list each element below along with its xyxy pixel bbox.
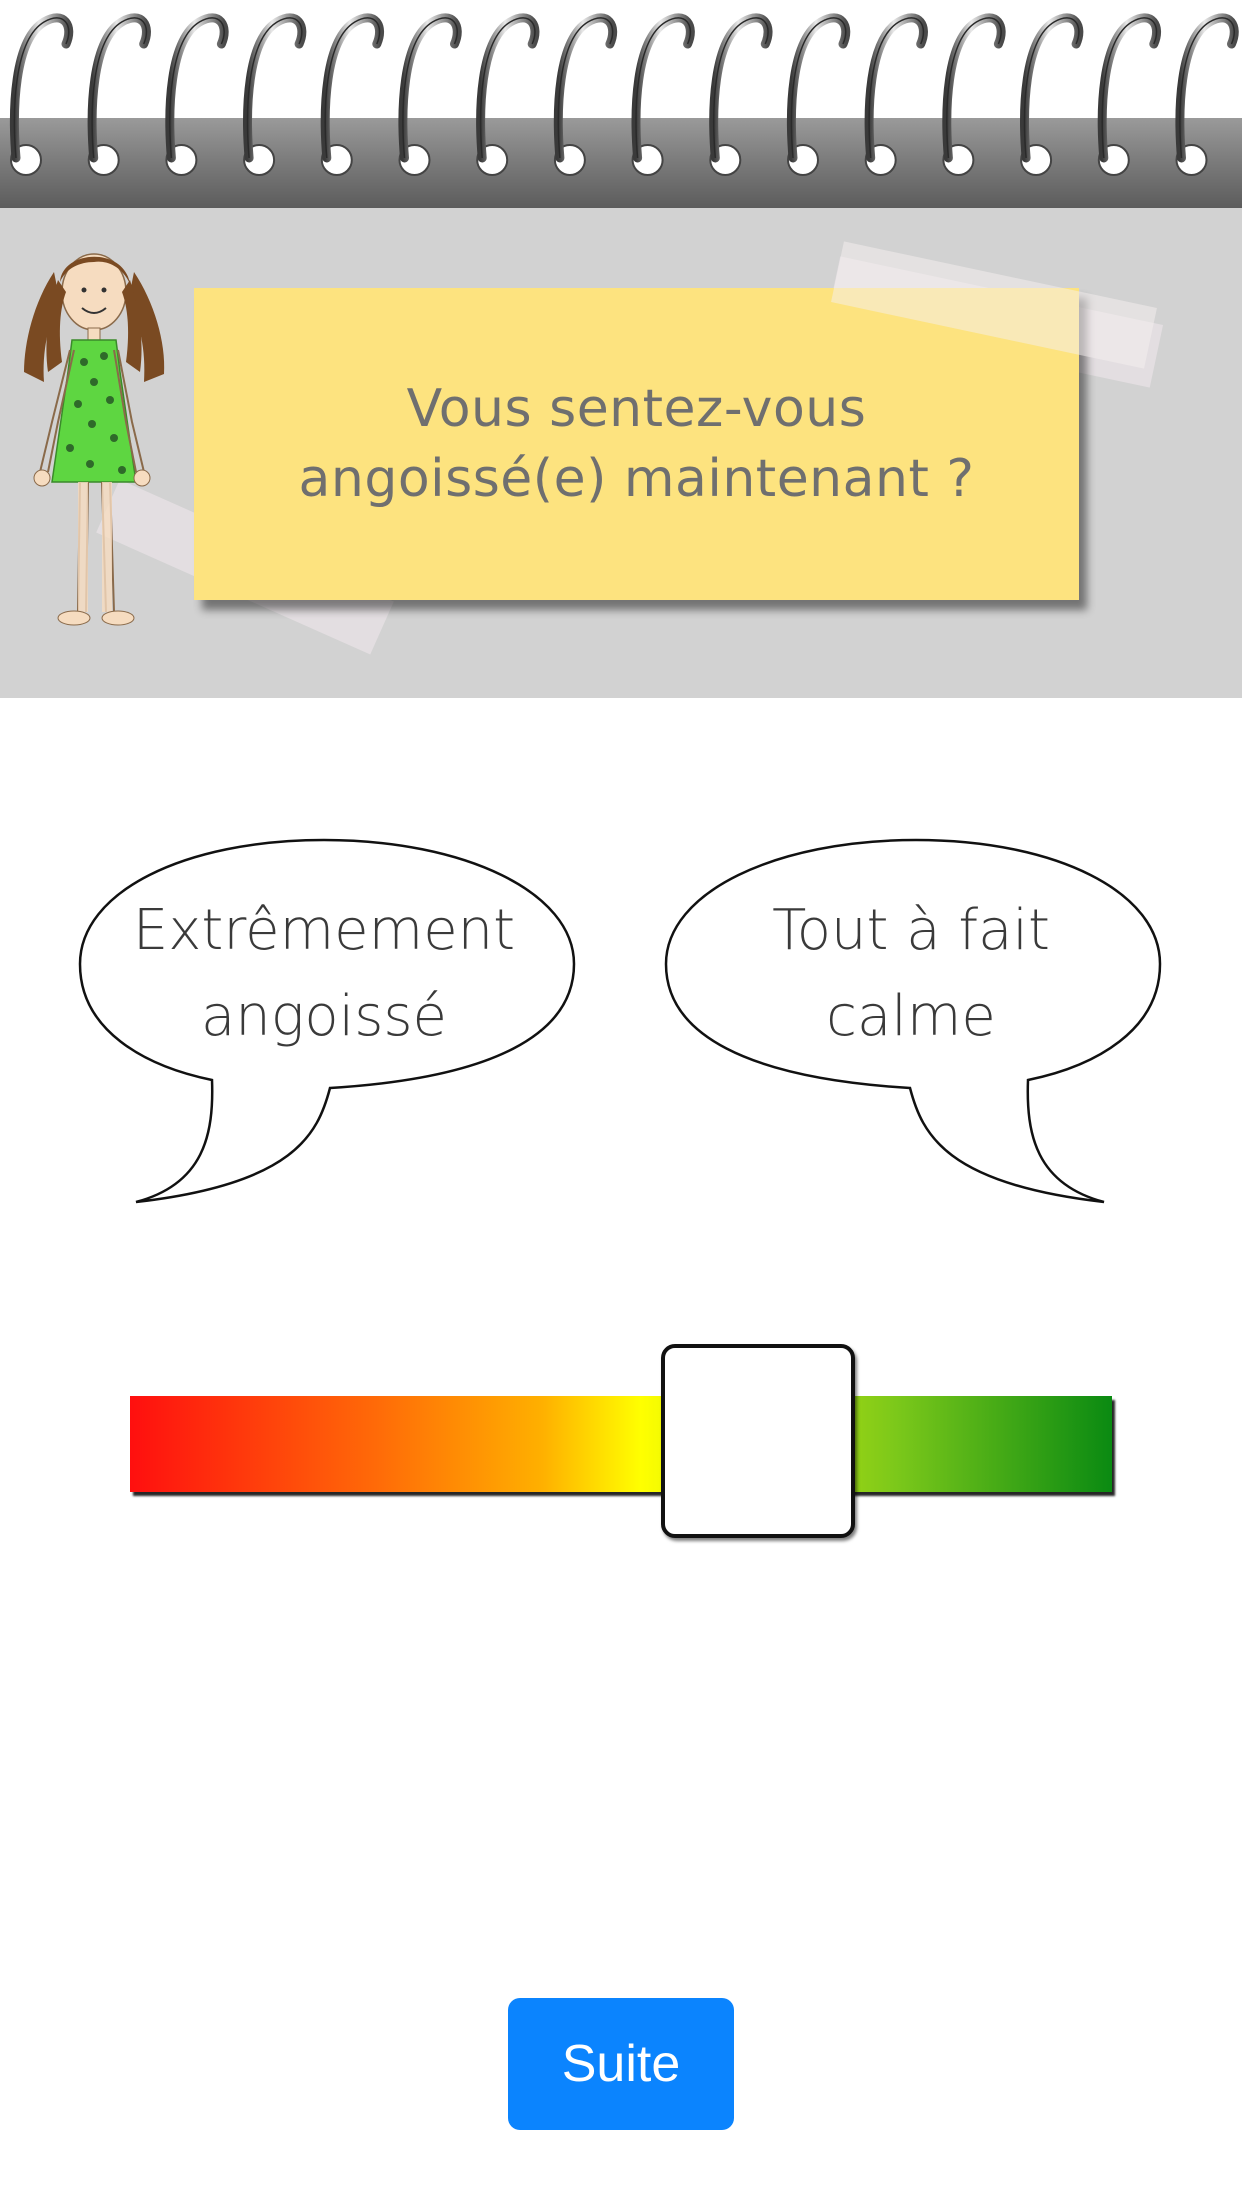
scale-left-label: Extrêmement angoissé	[132, 898, 516, 1049]
girl-illustration	[24, 253, 165, 626]
tape-strip	[831, 241, 1157, 369]
header-band: Vous sentez-vous angoissé(e) maintenant …	[0, 208, 1242, 698]
spiral-binding	[0, 0, 1242, 208]
anxiety-slider[interactable]	[130, 1340, 1114, 1540]
speech-bubble-left: Extrêmement angoissé	[74, 834, 594, 1214]
next-button[interactable]: Suite	[508, 1998, 734, 2130]
slider-thumb[interactable]	[661, 1344, 855, 1538]
question-text: Vous sentez-vous angoissé(e) maintenant …	[298, 379, 975, 509]
scale-right-label: Tout à fait calme	[772, 898, 1050, 1049]
question-note: Vous sentez-vous angoissé(e) maintenant …	[194, 241, 1157, 600]
slider-track[interactable]	[130, 1396, 1112, 1492]
speech-bubble-right: Tout à fait calme	[656, 834, 1176, 1214]
